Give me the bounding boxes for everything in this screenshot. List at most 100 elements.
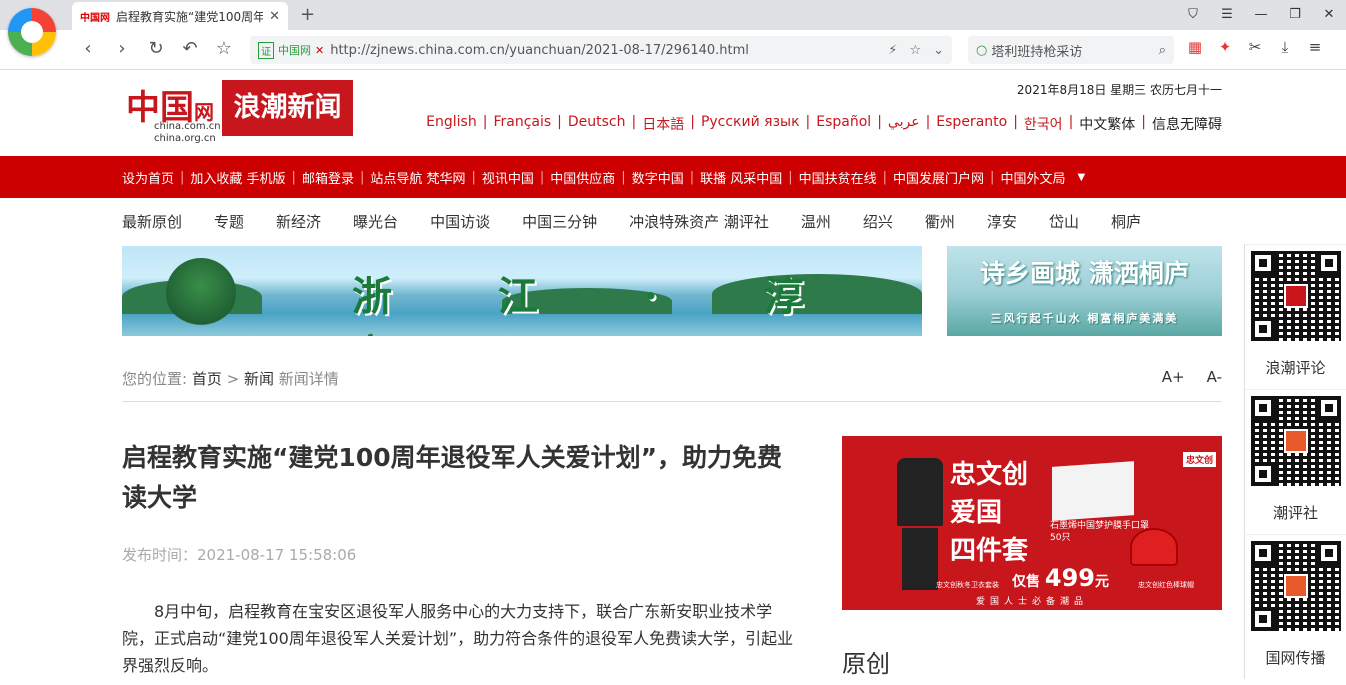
channel-link[interactable]: 中国访谈 xyxy=(430,211,490,232)
breadcrumb-home[interactable]: 首页 xyxy=(192,370,222,388)
caret-down-icon[interactable]: ▼ xyxy=(1077,172,1085,183)
lang-link[interactable]: Español xyxy=(810,114,877,134)
qr-card[interactable]: 浪潮评论 xyxy=(1244,244,1346,389)
font-decrease-button[interactable]: A- xyxy=(1207,368,1222,386)
search-icon[interactable]: ⌕ xyxy=(1159,43,1166,58)
lang-link[interactable]: English xyxy=(420,114,483,134)
close-tab-icon[interactable]: ✕ xyxy=(269,9,280,24)
search-input[interactable]: 塔利班持枪采访 xyxy=(991,41,1158,60)
breadcrumb-detail: 新闻详情 xyxy=(278,370,339,388)
nav-link[interactable]: 联播 风采中国 xyxy=(694,168,788,187)
nav-link[interactable]: 邮箱登录 xyxy=(296,168,360,187)
breadcrumb: 您的位置: 首页 > 新闻 新闻详情 xyxy=(122,368,339,389)
url-text[interactable]: http://zjnews.china.com.cn/yuanchuan/202… xyxy=(330,43,876,58)
language-links: English | Français | Deutsch | 日本語 | Русский… xyxy=(420,114,1222,134)
ad-footer: 爱国人士必备潮品 xyxy=(975,597,1088,607)
qr-code-column: 浪潮评论 潮评社 国网传播 xyxy=(1244,244,1346,679)
nav-link[interactable]: 视讯中国 xyxy=(476,168,540,187)
download-icon[interactable]: ⤓ xyxy=(1270,38,1300,56)
nav-link[interactable]: 加入收藏 手机版 xyxy=(184,168,291,187)
browser-tab-active[interactable]: 中国网 启程教育实施“建党100周年退 ✕ xyxy=(72,2,288,30)
qr-logo xyxy=(1284,574,1308,598)
channel-link[interactable]: 最新原创 xyxy=(122,211,182,232)
undo-close-icon[interactable]: ↶ xyxy=(178,38,202,59)
lang-link[interactable]: 한국어 xyxy=(1018,114,1069,134)
lang-link[interactable]: Deutsch xyxy=(562,114,632,134)
langchao-news-logo[interactable]: 浪潮新闻 xyxy=(222,80,353,136)
qr-card[interactable]: 潮评社 xyxy=(1244,389,1346,534)
traditional-chinese-link[interactable]: 中文繁体 xyxy=(1073,114,1141,134)
channel-link[interactable]: 冲浪特殊资产 潮评社 xyxy=(629,211,769,232)
minimize-icon[interactable]: — xyxy=(1244,0,1278,30)
game-icon[interactable]: ✦ xyxy=(1210,38,1240,56)
channel-link[interactable]: 温州 xyxy=(801,211,831,232)
article-title: 启程教育实施“建党100周年退役军人关爱计划”，助力免费读大学 xyxy=(122,443,783,512)
certificate-icon[interactable]: 证 xyxy=(258,41,274,59)
ad-price: 仅售 499元 xyxy=(1012,564,1109,592)
channel-link[interactable]: 新经济 xyxy=(276,211,321,232)
speed-icon[interactable]: ⚡ xyxy=(888,43,897,58)
advertisement-banner[interactable]: 忠文创 爱国 四件套 石墨烯中国梦护膜手口罩 50只 忠文创 仅售 499元 忠… xyxy=(842,436,1222,610)
pin-icon[interactable]: ⛉ xyxy=(1176,0,1210,30)
forward-icon[interactable]: › xyxy=(110,38,134,59)
reload-icon[interactable]: ↻ xyxy=(144,38,168,59)
nav-link[interactable]: 中国供应商 xyxy=(544,168,621,187)
banner-title: 诗乡画城 潇洒桐庐 xyxy=(980,259,1189,288)
window-controls: ⛉ ☰ — ❐ ✕ xyxy=(1176,0,1346,30)
nav-link[interactable]: 数字中国 xyxy=(626,168,690,187)
nav-link[interactable]: 站点导航 梵华网 xyxy=(364,168,471,187)
chunan-banner[interactable]: 浙 江 · 淳 安 xyxy=(122,246,922,336)
ad-caption-right: 忠文创红色棒球帽 xyxy=(1138,581,1194,589)
browser-logo-icon[interactable] xyxy=(8,8,56,56)
tonglu-banner[interactable]: 诗乡画城 潇洒桐庐 三风行起千山水 桐富桐庐美满美 xyxy=(947,246,1222,336)
close-window-icon[interactable]: ✕ xyxy=(1312,0,1346,30)
breadcrumb-prefix: 您的位置: xyxy=(122,370,188,388)
channel-link[interactable]: 绍兴 xyxy=(863,211,893,232)
original-section-heading: 原创 xyxy=(842,650,890,678)
qr-finder xyxy=(1317,541,1341,565)
channel-link[interactable]: 淳安 xyxy=(987,211,1017,232)
insecure-lock-icon[interactable]: ✕ xyxy=(315,44,324,57)
back-icon[interactable]: ‹ xyxy=(76,38,100,59)
search-box[interactable]: ○ 塔利班持枪采访 ⌕ xyxy=(968,36,1174,64)
jacket-image xyxy=(897,458,943,526)
tab-title: 启程教育实施“建党100周年退 xyxy=(116,9,264,24)
settings-menu-icon[interactable]: ☰ xyxy=(1210,0,1244,30)
nav-link[interactable]: 设为首页 xyxy=(116,168,180,187)
nav-link[interactable]: 中国外文局 xyxy=(994,168,1071,187)
lang-link[interactable]: عربي xyxy=(882,114,926,134)
channel-link[interactable]: 中国三分钟 xyxy=(522,211,597,232)
chevron-down-icon[interactable]: ⌄ xyxy=(933,43,944,58)
price-value: 499 xyxy=(1044,564,1095,592)
restore-icon[interactable]: ❐ xyxy=(1278,0,1312,30)
nav-link[interactable]: 中国发展门户网 xyxy=(887,168,990,187)
top-red-nav: 设为首页 | 加入收藏 手机版 | 邮箱登录 | 站点导航 梵华网 | 视讯中国 | 中国… xyxy=(0,156,1346,198)
lang-link[interactable]: Русский язык xyxy=(695,114,806,134)
pants-image xyxy=(902,528,938,590)
scissors-icon[interactable]: ✂ xyxy=(1240,38,1270,56)
breadcrumb-news[interactable]: 新闻 xyxy=(244,370,274,388)
lang-link[interactable]: 日本語 xyxy=(636,114,690,134)
mask-box-image xyxy=(1052,461,1134,521)
lang-link[interactable]: Esperanto xyxy=(930,114,1013,134)
channel-link[interactable]: 桐庐 xyxy=(1111,211,1141,232)
channel-link[interactable]: 衢州 xyxy=(925,211,955,232)
accessibility-link[interactable]: 信息无障碍 xyxy=(1146,114,1222,134)
lang-link[interactable]: Français xyxy=(487,114,557,134)
new-tab-icon[interactable]: + xyxy=(300,4,315,25)
channel-link[interactable]: 曝光台 xyxy=(353,211,398,232)
channel-link[interactable]: 岱山 xyxy=(1049,211,1079,232)
channel-link[interactable]: 专题 xyxy=(214,211,244,232)
qr-card[interactable]: 国网传播 xyxy=(1244,534,1346,679)
favorite-star-icon[interactable]: ☆ xyxy=(909,43,921,58)
nav-link[interactable]: 中国扶贫在线 xyxy=(793,168,883,187)
ad-slogan-line: 忠文创 xyxy=(950,460,1029,490)
address-bar[interactable]: 证 中国网 ✕ http://zjnews.china.com.cn/yuanc… xyxy=(250,36,952,64)
site-header: 中国网 china.com.cn china.org.cn 浪潮新闻 2021年… xyxy=(0,70,1346,156)
font-increase-button[interactable]: A+ xyxy=(1162,368,1185,386)
menu-icon[interactable]: ≡ xyxy=(1300,38,1330,56)
price-unit: 元 xyxy=(1094,574,1109,590)
apps-grid-icon[interactable]: ▦ xyxy=(1180,38,1210,56)
tab-bar: 中国网 启程教育实施“建党100周年退 ✕ + ⛉ ☰ — ❐ ✕ xyxy=(0,0,1346,30)
bookmark-star-icon[interactable]: ☆ xyxy=(212,38,236,59)
